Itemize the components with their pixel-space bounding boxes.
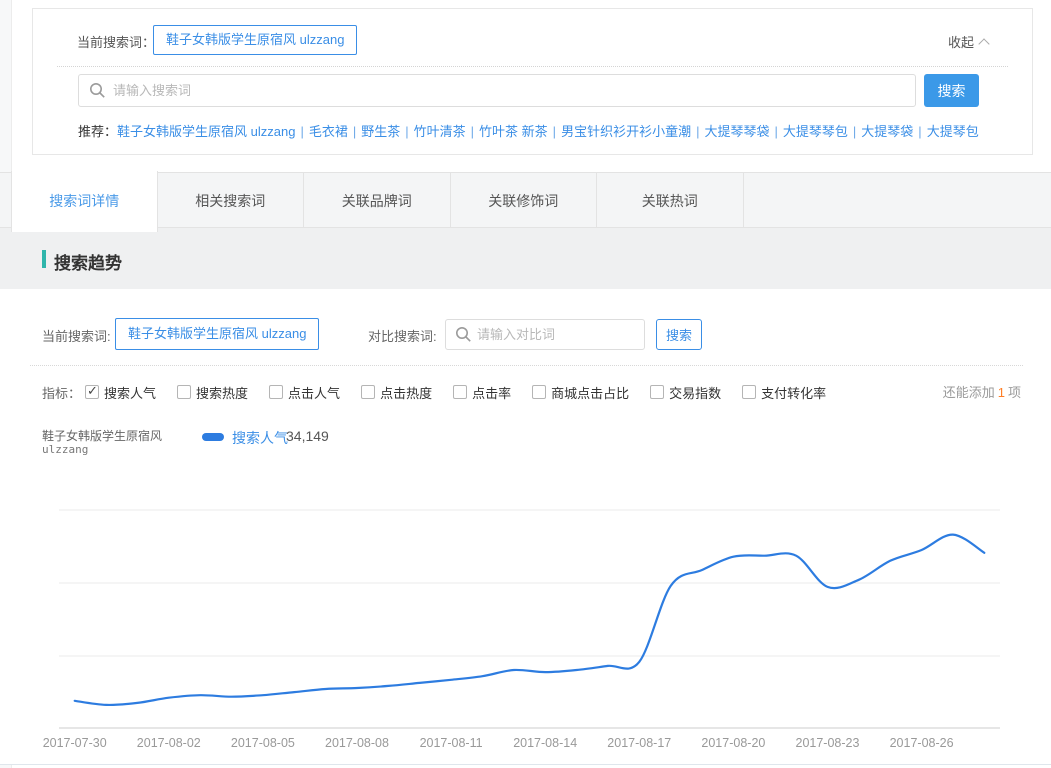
recommend-label: 推荐： bbox=[78, 124, 117, 139]
recommend-link[interactable]: 鞋子女韩版学生原宿风 ulzzang bbox=[117, 124, 295, 139]
recommend-link[interactable]: 竹叶清茶 bbox=[414, 124, 466, 139]
compare-search-button[interactable]: 搜索 bbox=[656, 319, 702, 350]
line-chart-svg: 2017-07-30 2017-08-02 2017-08-05 2017-08-08… bbox=[30, 490, 1035, 762]
metric-checkbox-item[interactable]: 交易指数 bbox=[650, 383, 721, 402]
checkbox-icon[interactable] bbox=[269, 385, 283, 399]
search-input[interactable] bbox=[113, 75, 903, 106]
compare-row: 当前搜索词: 鞋子女韩版学生原宿风 ulzzang 对比搜索词: 搜索 bbox=[0, 318, 1051, 350]
recommend-separator: | bbox=[471, 124, 474, 139]
search-button[interactable]: 搜索 bbox=[924, 74, 979, 107]
search-icon bbox=[455, 326, 472, 343]
recommend-separator: | bbox=[918, 124, 921, 139]
checkbox-icon[interactable] bbox=[532, 385, 546, 399]
trend-line-chart: 2017-07-30 2017-08-02 2017-08-05 2017-08-08… bbox=[30, 490, 1035, 762]
recommend-link[interactable]: 大提琴包 bbox=[927, 124, 979, 139]
metric-checkbox-item[interactable]: 搜索人气 bbox=[85, 383, 156, 402]
chevron-up-icon bbox=[978, 38, 989, 49]
metric-checkbox-item[interactable]: 支付转化率 bbox=[742, 383, 826, 402]
metric-label: 交易指数 bbox=[669, 383, 721, 402]
page: 当前搜索词： 鞋子女韩版学生原宿风 ulzzang 收起 搜索 推荐：鞋子女韩版… bbox=[0, 0, 1051, 768]
svg-text:2017-07-30: 2017-07-30 bbox=[43, 736, 107, 750]
compare-input[interactable] bbox=[477, 320, 639, 349]
search-icon bbox=[89, 82, 106, 99]
search-box bbox=[78, 74, 916, 107]
recommend-separator: | bbox=[696, 124, 699, 139]
svg-text:2017-08-05: 2017-08-05 bbox=[231, 736, 295, 750]
collapse-toggle[interactable]: 收起 bbox=[948, 32, 988, 51]
add-more-hint: 还能添加1项 bbox=[943, 382, 1021, 401]
collapse-label: 收起 bbox=[948, 35, 974, 50]
recommend-link[interactable]: 大提琴琴袋 bbox=[704, 124, 769, 139]
svg-text:2017-08-17: 2017-08-17 bbox=[607, 736, 671, 750]
section-header: 搜索趋势 bbox=[0, 228, 1051, 289]
recommend-link[interactable]: 大提琴琴包 bbox=[783, 124, 848, 139]
search-row: 搜索 bbox=[33, 74, 1032, 107]
tab-4[interactable]: 关联修饰词 bbox=[451, 173, 598, 229]
metric-label: 点击率 bbox=[472, 383, 511, 402]
metric-label: 商城点击占比 bbox=[551, 383, 629, 402]
legend-metric-name: 搜索人气 bbox=[232, 428, 288, 448]
compare-box bbox=[445, 319, 645, 350]
tab-1[interactable]: 搜索词详情 bbox=[11, 171, 158, 232]
metric-checkbox-item[interactable]: 商城点击占比 bbox=[532, 383, 629, 402]
current-term-label: 当前搜索词： bbox=[77, 32, 155, 51]
add-more-count: 1 bbox=[998, 385, 1005, 400]
recommend-separator: | bbox=[853, 124, 856, 139]
recommend-link[interactable]: 毛衣裙 bbox=[309, 124, 348, 139]
recommend-separator: | bbox=[405, 124, 408, 139]
metric-label: 点击人气 bbox=[288, 383, 340, 402]
recommend-link[interactable]: 野生茶 bbox=[361, 124, 400, 139]
recommend-link[interactable]: 大提琴袋 bbox=[861, 124, 913, 139]
svg-text:2017-08-14: 2017-08-14 bbox=[513, 736, 577, 750]
svg-text:2017-08-02: 2017-08-02 bbox=[137, 736, 201, 750]
metric-checkbox-item[interactable]: 搜索热度 bbox=[177, 383, 248, 402]
tab-5[interactable]: 关联热词 bbox=[597, 173, 744, 229]
metric-label: 支付转化率 bbox=[761, 383, 826, 402]
recommend-separator: | bbox=[553, 124, 556, 139]
metric-label: 点击热度 bbox=[380, 383, 432, 402]
compare-term-label: 对比搜索词: bbox=[368, 326, 437, 345]
dotted-divider bbox=[57, 66, 1008, 67]
metric-label: 搜索人气 bbox=[104, 383, 156, 402]
recommend-separator: | bbox=[300, 124, 303, 139]
checkbox-icon[interactable] bbox=[361, 385, 375, 399]
svg-text:2017-08-08: 2017-08-08 bbox=[325, 736, 389, 750]
svg-text:2017-08-26: 2017-08-26 bbox=[890, 736, 954, 750]
metric-checkbox-item[interactable]: 点击热度 bbox=[361, 383, 432, 402]
checkbox-icon[interactable] bbox=[177, 385, 191, 399]
metric-checkbox-item[interactable]: 点击率 bbox=[453, 383, 511, 402]
current-term-label: 当前搜索词: bbox=[42, 326, 111, 345]
metrics-row: 指标： 搜索人气 搜索热度 点击人气 点击热度 点击率 商城点击占比 交易指数 支付转化率 bbox=[42, 382, 847, 402]
svg-text:2017-08-11: 2017-08-11 bbox=[420, 736, 483, 750]
checkbox-checked-icon[interactable] bbox=[85, 385, 99, 399]
tab-bar: 搜索词详情相关搜索词关联品牌词关联修饰词关联热词 bbox=[0, 172, 1051, 228]
current-term-chip[interactable]: 鞋子女韩版学生原宿风 ulzzang bbox=[115, 318, 319, 350]
section-title: 搜索趋势 bbox=[54, 249, 122, 274]
top-search-card: 当前搜索词： 鞋子女韩版学生原宿风 ulzzang 收起 搜索 推荐：鞋子女韩版… bbox=[32, 8, 1033, 155]
recommend-link[interactable]: 男宝针织衫开衫小童潮 bbox=[561, 124, 691, 139]
metrics-label: 指标： bbox=[42, 383, 81, 402]
checkbox-icon[interactable] bbox=[650, 385, 664, 399]
checkbox-icon[interactable] bbox=[453, 385, 467, 399]
legend-term: 鞋子女韩版学生原宿风 ulzzang bbox=[42, 429, 162, 457]
current-term-row: 当前搜索词： 鞋子女韩版学生原宿风 ulzzang 收起 bbox=[33, 25, 1032, 55]
recommend-row: 推荐：鞋子女韩版学生原宿风 ulzzang | 毛衣裙 | 野生茶 | 竹叶清茶 | 竹叶茶 新… bbox=[78, 121, 1018, 140]
tab-2[interactable]: 相关搜索词 bbox=[158, 173, 305, 229]
svg-text:2017-08-23: 2017-08-23 bbox=[796, 736, 860, 750]
metric-checkbox-item[interactable]: 点击人气 bbox=[269, 383, 340, 402]
checkbox-icon[interactable] bbox=[742, 385, 756, 399]
metric-label: 搜索热度 bbox=[196, 383, 248, 402]
recommend-separator: | bbox=[774, 124, 777, 139]
section-accent-bar bbox=[42, 250, 46, 268]
dotted-divider bbox=[30, 365, 1023, 366]
tab-3[interactable]: 关联品牌词 bbox=[304, 173, 451, 229]
recommend-link[interactable]: 竹叶茶 新茶 bbox=[479, 124, 548, 139]
legend-metric-value: 34,149 bbox=[286, 428, 329, 444]
current-term-chip[interactable]: 鞋子女韩版学生原宿风 ulzzang bbox=[153, 25, 357, 55]
trend-panel: 当前搜索词: 鞋子女韩版学生原宿风 ulzzang 对比搜索词: 搜索 指标： … bbox=[0, 289, 1051, 765]
svg-text:2017-08-20: 2017-08-20 bbox=[701, 736, 765, 750]
recommend-separator: | bbox=[353, 124, 356, 139]
legend-line-marker[interactable] bbox=[202, 433, 224, 441]
